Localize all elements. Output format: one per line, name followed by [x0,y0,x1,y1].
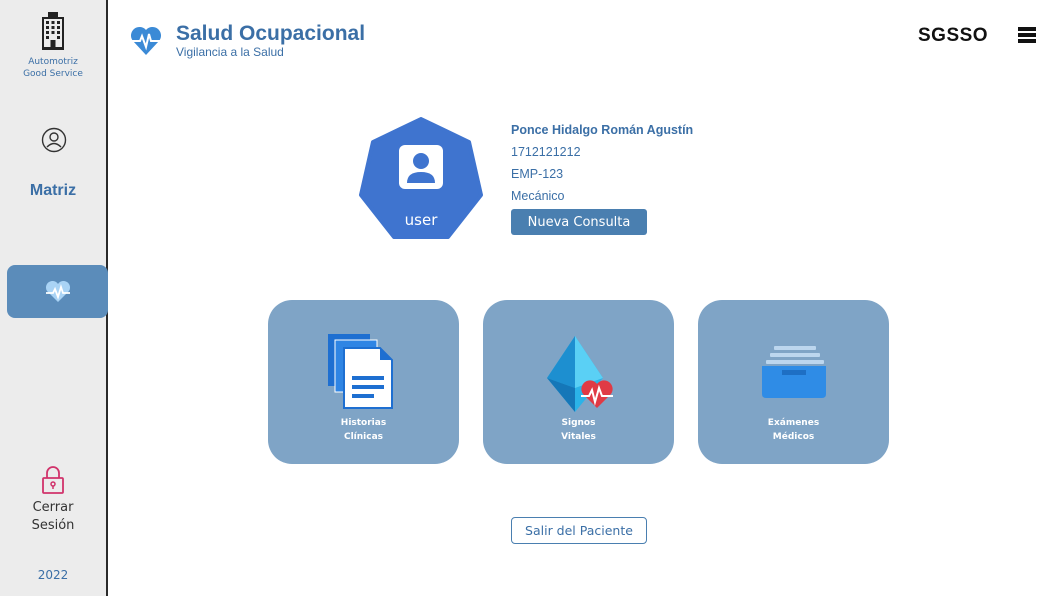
lock-icon [42,466,64,494]
logout-button[interactable]: Cerrar Sesión [0,465,106,535]
hamburger-menu-icon[interactable] [1018,27,1036,43]
card-label-line1: Historias [340,418,387,428]
logout-label: Cerrar Sesión [0,499,106,535]
company-name: Automotriz Good Service [0,56,106,80]
card-label-line1: Exámenes [767,418,820,428]
year-label: 2022 [37,568,69,582]
card-signos-vitales[interactable]: Signos Vitales [483,300,674,464]
patient-name: Ponce Hidalgo Román Agustín [511,123,694,137]
card-label-line2: Clínicas [343,432,384,442]
brand-header: Salud Ocupacional Vigilancia a la Salud [130,22,365,58]
heart-pulse-icon [45,280,70,302]
card-label: Exámenes Médicos [698,416,889,444]
patient-id: 1712121212 [511,145,581,159]
patient-position: Mecánico [511,189,565,203]
archive-drawer-icon [761,346,826,398]
avatar-label: user [405,211,439,229]
exit-patient-button[interactable]: Salir del Paciente [511,517,647,544]
user-circle-icon[interactable] [41,127,67,153]
company-name-line1: Automotriz [28,57,78,67]
new-consult-button[interactable]: Nueva Consulta [511,209,647,235]
card-label: Historias Clínicas [268,416,459,444]
user-avatar-icon: user [359,117,483,239]
card-examenes-medicos[interactable]: Exámenes Médicos [698,300,889,464]
company-name-line2: Good Service [23,69,83,79]
card-label-line2: Vitales [561,432,596,442]
company-logo[interactable]: Automotriz Good Service [0,12,106,80]
app-subtitle: Vigilancia a la Salud [176,45,284,59]
patient-info: Ponce Hidalgo Román Agustín 1712121212 E… [511,122,693,204]
heart-pulse-icon [130,26,162,55]
logout-label-line2: Sesión [31,518,75,533]
app-title: Salud Ocupacional [176,22,366,45]
logout-label-line1: Cerrar [32,500,74,515]
card-label: Signos Vitales [483,416,674,444]
documents-icon [327,334,393,409]
app-root: Automotriz Good Service Matriz Cerrar Se… [0,0,1059,596]
vital-signs-icon [546,336,613,412]
patient-employee-code: EMP-123 [511,167,564,181]
brand-text: Salud Ocupacional Vigilancia a la Salud [176,22,365,58]
sidebar: Automotriz Good Service Matriz Cerrar Se… [0,0,108,596]
card-label-line2: Médicos [772,432,815,442]
matriz-label: Matriz [29,182,77,199]
building-icon [42,12,64,50]
card-historias-clinicas[interactable]: Historias Clínicas [268,300,459,464]
nav-health-active[interactable] [7,265,108,318]
system-name: SGSSO [918,25,989,46]
card-label-line1: Signos [561,418,596,428]
